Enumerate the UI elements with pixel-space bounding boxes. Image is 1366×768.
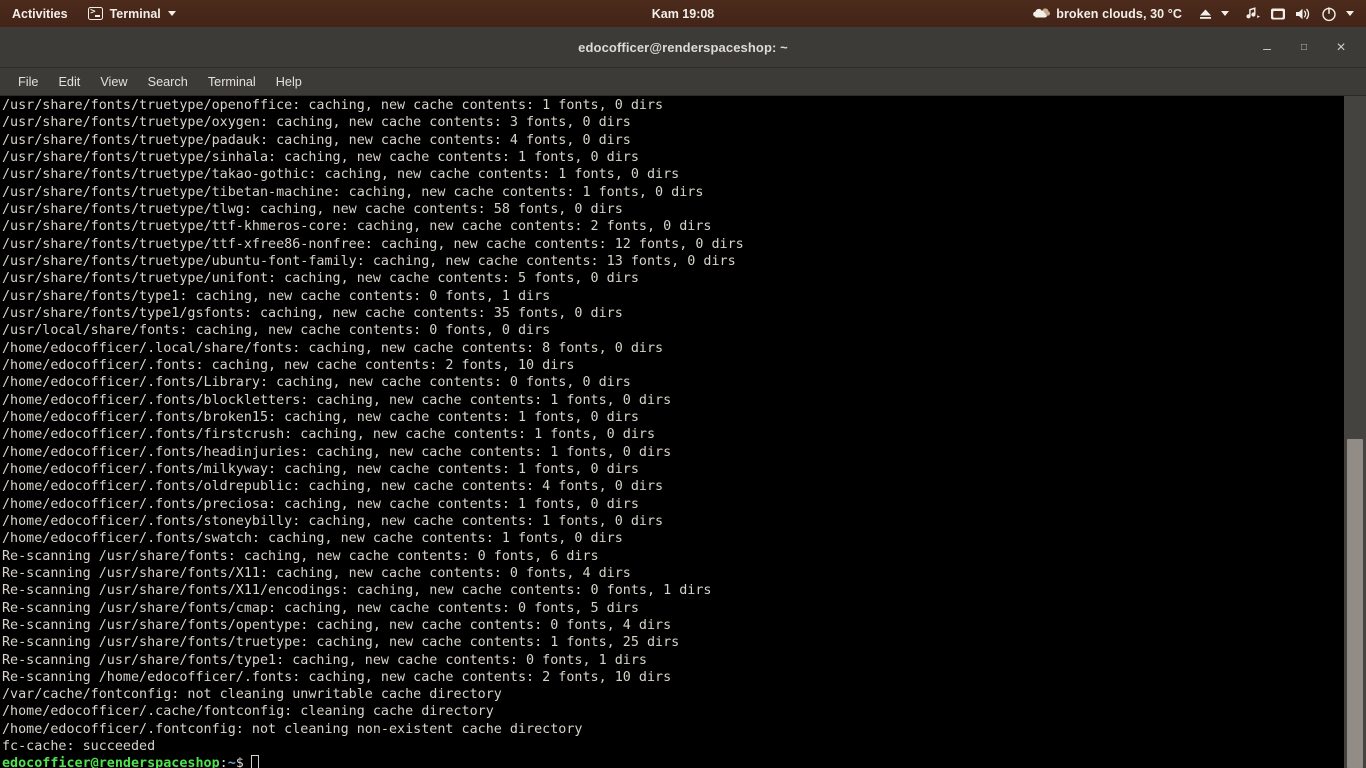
chevron-down-icon (168, 11, 176, 16)
prompt-path: ~ (228, 756, 236, 768)
window-title-bar[interactable]: edocofficer@renderspaceshop: ~ – □ × (0, 27, 1366, 68)
menu-item-help[interactable]: Help (266, 72, 312, 92)
terminal-line: /home/edocofficer/.fonts/firstcrush: cac… (2, 426, 1340, 443)
app-menu-terminal[interactable]: Terminal (80, 0, 184, 27)
terminal-line: /home/edocofficer/.fonts/headinjuries: c… (2, 444, 1340, 461)
terminal-output: /usr/share/fonts/truetype/openoffice: ca… (2, 96, 1340, 768)
terminal-line: /home/edocofficer/.local/share/fonts: ca… (2, 340, 1340, 357)
terminal-prompt-line: edocofficer@renderspaceshop:~$ (2, 755, 1340, 768)
menu-item-file[interactable]: File (8, 72, 48, 92)
terminal-line: /usr/share/fonts/truetype/takao-gothic: … (2, 166, 1340, 183)
terminal-line: /usr/share/fonts/type1/gsfonts: caching,… (2, 305, 1340, 322)
display-icon (1270, 7, 1286, 21)
terminal-scrollbar[interactable] (1344, 96, 1366, 768)
music-note-icon (1245, 6, 1261, 21)
terminal-line: /usr/share/fonts/truetype/sinhala: cachi… (2, 149, 1340, 166)
terminal-line: fc-cache: succeeded (2, 738, 1340, 755)
terminal-cursor (251, 755, 259, 768)
volume-icon (1295, 7, 1312, 21)
eject-menu-button[interactable] (1190, 0, 1237, 27)
window-controls: – □ × (1252, 27, 1356, 68)
prompt-separator: : (220, 756, 228, 768)
app-menu-label: Terminal (110, 7, 161, 21)
activities-button[interactable]: Activities (0, 0, 80, 27)
terminal-line: Re-scanning /usr/share/fonts: caching, n… (2, 548, 1340, 565)
terminal-line: Re-scanning /usr/share/fonts/X11/encodin… (2, 582, 1340, 599)
window-title: edocofficer@renderspaceshop: ~ (578, 40, 788, 55)
terminal-line: /usr/local/share/fonts: caching, new cac… (2, 322, 1340, 339)
top-panel-right: broken clouds, 30 °C (1024, 0, 1362, 27)
menu-item-edit[interactable]: Edit (48, 72, 90, 92)
chevron-down-icon (1346, 11, 1354, 16)
menu-item-terminal[interactable]: Terminal (198, 72, 266, 92)
terminal-line: /home/edocofficer/.fonts/preciosa: cachi… (2, 496, 1340, 513)
terminal-screen[interactable]: /usr/share/fonts/truetype/openoffice: ca… (0, 96, 1366, 768)
terminal-line: /usr/share/fonts/truetype/tibetan-machin… (2, 184, 1340, 201)
menu-bar: File Edit View Search Terminal Help (0, 68, 1366, 96)
terminal-line: /home/edocofficer/.fonts/swatch: caching… (2, 530, 1340, 547)
terminal-line: /usr/share/fonts/truetype/padauk: cachin… (2, 132, 1340, 149)
terminal-line: Re-scanning /usr/share/fonts/opentype: c… (2, 617, 1340, 634)
terminal-line: /usr/share/fonts/truetype/ttf-xfree86-no… (2, 236, 1340, 253)
terminal-line: /home/edocofficer/.fonts/oldrepublic: ca… (2, 478, 1340, 495)
weather-label: broken clouds, 30 °C (1056, 7, 1182, 21)
terminal-line: Re-scanning /home/edocofficer/.fonts: ca… (2, 669, 1340, 686)
terminal-line: /var/cache/fontconfig: not cleaning unwr… (2, 686, 1340, 703)
terminal-line: /usr/share/fonts/truetype/ubuntu-font-fa… (2, 253, 1340, 270)
menu-item-view[interactable]: View (90, 72, 137, 92)
prompt-symbol: $ (236, 756, 244, 768)
terminal-line: /usr/share/fonts/truetype/oxygen: cachin… (2, 114, 1340, 131)
terminal-line: Re-scanning /usr/share/fonts/type1: cach… (2, 652, 1340, 669)
system-status-menu[interactable] (1237, 0, 1362, 27)
terminal-window: edocofficer@renderspaceshop: ~ – □ × Fil… (0, 27, 1366, 768)
terminal-line: /usr/share/fonts/type1: caching, new cac… (2, 288, 1340, 305)
close-button[interactable]: × (1326, 33, 1356, 63)
terminal-line: /home/edocofficer/.fontconfig: not clean… (2, 721, 1340, 738)
top-panel-left: Activities Terminal (0, 0, 184, 27)
terminal-line: /home/edocofficer/.fonts/stoneybilly: ca… (2, 513, 1340, 530)
terminal-line: /home/edocofficer/.fonts/Library: cachin… (2, 374, 1340, 391)
minimize-button[interactable]: – (1252, 33, 1282, 63)
terminal-icon (88, 7, 103, 20)
maximize-button[interactable]: □ (1289, 33, 1319, 63)
prompt-user-host: edocofficer@renderspaceshop (2, 756, 220, 768)
clock-button[interactable]: Kam 19:08 (652, 7, 715, 21)
terminal-line: Re-scanning /usr/share/fonts/X11: cachin… (2, 565, 1340, 582)
gnome-top-panel: Activities Terminal Kam 19:08 broken clo… (0, 0, 1366, 27)
eject-icon (1198, 7, 1213, 21)
terminal-line: /home/edocofficer/.fonts: caching, new c… (2, 357, 1340, 374)
terminal-line: /home/edocofficer/.cache/fontconfig: cle… (2, 703, 1340, 720)
chevron-down-icon (1221, 11, 1229, 16)
terminal-line: /usr/share/fonts/truetype/ttf-khmeros-co… (2, 218, 1340, 235)
terminal-line: Re-scanning /usr/share/fonts/cmap: cachi… (2, 600, 1340, 617)
terminal-line: /usr/share/fonts/truetype/tlwg: caching,… (2, 201, 1340, 218)
terminal-line: /usr/share/fonts/truetype/unifont: cachi… (2, 270, 1340, 287)
terminal-line: Re-scanning /usr/share/fonts/truetype: c… (2, 634, 1340, 651)
terminal-line: /home/edocofficer/.fonts/blockletters: c… (2, 392, 1340, 409)
terminal-line: /home/edocofficer/.fonts/milkyway: cachi… (2, 461, 1340, 478)
terminal-line: /usr/share/fonts/truetype/openoffice: ca… (2, 97, 1340, 114)
power-icon (1321, 6, 1337, 22)
menu-item-search[interactable]: Search (138, 72, 198, 92)
terminal-scrollbar-thumb[interactable] (1347, 439, 1363, 768)
activities-label: Activities (12, 7, 68, 21)
terminal-line: /home/edocofficer/.fonts/broken15: cachi… (2, 409, 1340, 426)
broken-clouds-icon (1032, 7, 1050, 21)
weather-indicator[interactable]: broken clouds, 30 °C (1024, 0, 1190, 27)
